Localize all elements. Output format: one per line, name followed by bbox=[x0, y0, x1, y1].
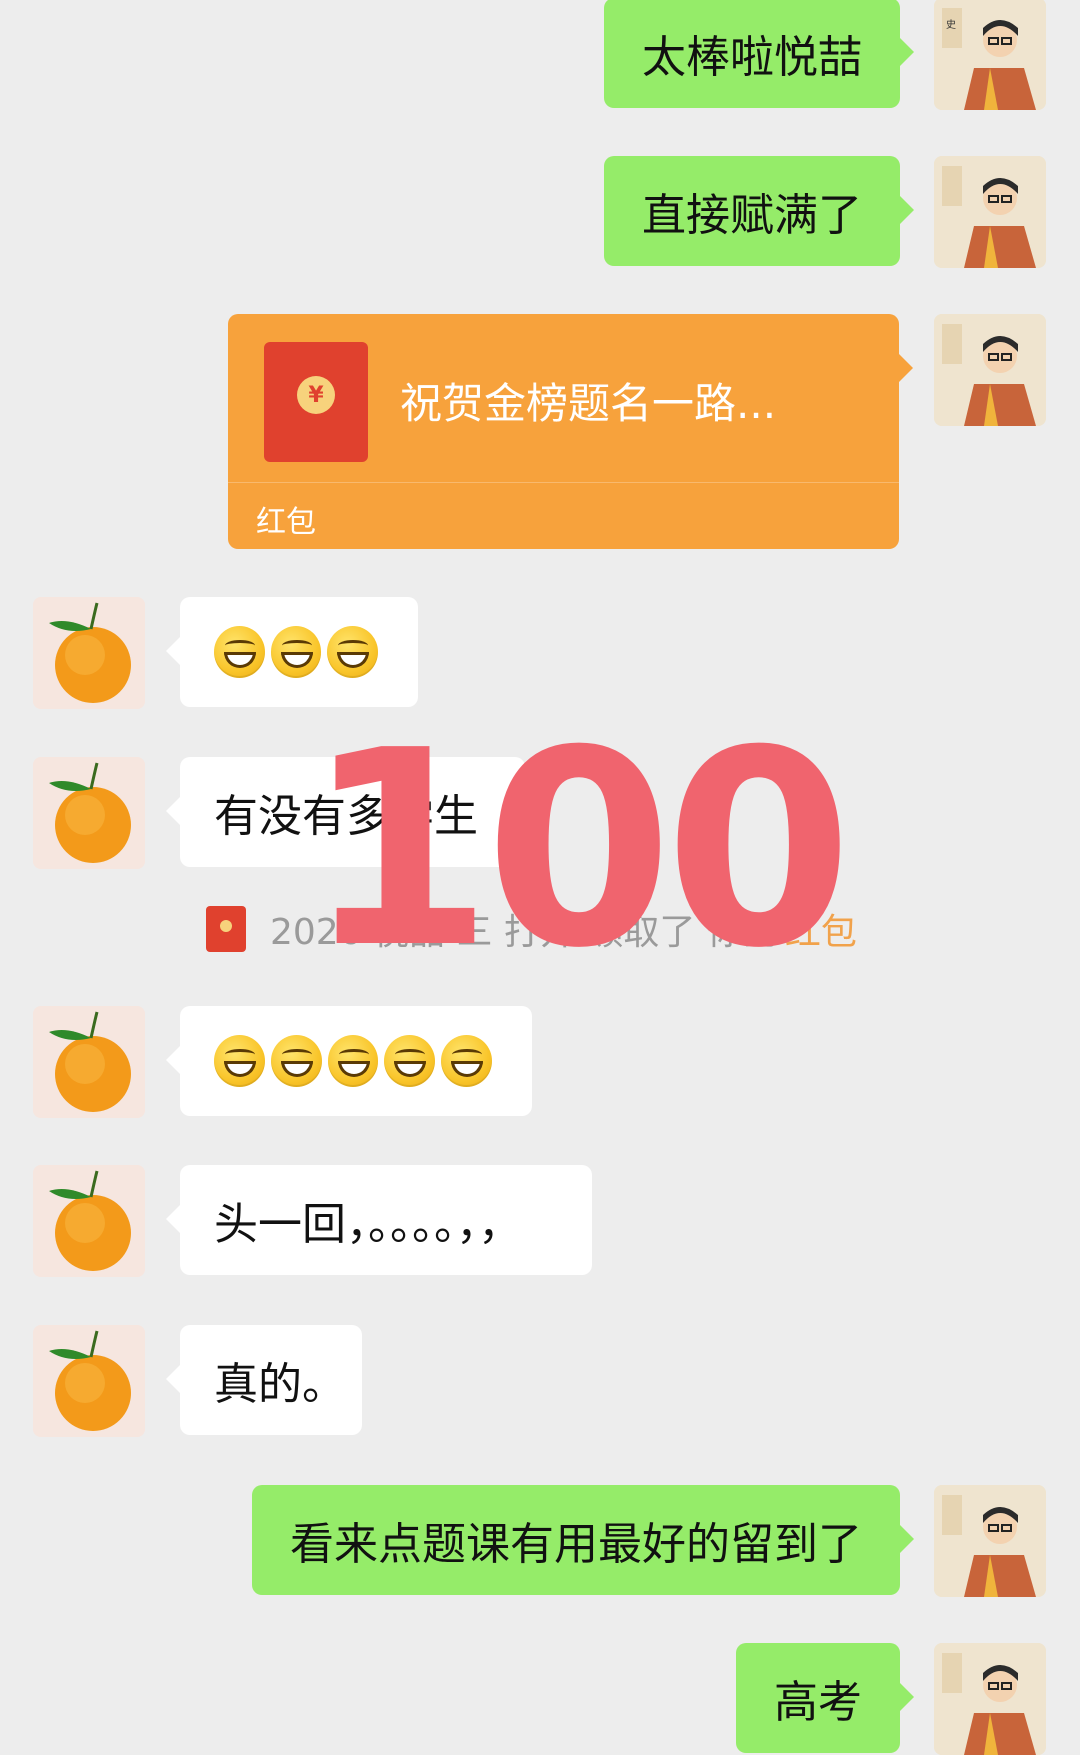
sent-message-bubble[interactable]: 看来点题课有用最好的留到了 bbox=[252, 1485, 914, 1595]
teacher-avatar-icon: 史 bbox=[934, 0, 1046, 110]
message-text: 高考 bbox=[774, 1677, 862, 1728]
red-packet-title: 祝贺金榜题名一路... bbox=[400, 379, 777, 428]
orange-avatar-icon bbox=[33, 1165, 145, 1277]
teacher-avatar-icon bbox=[934, 314, 1046, 426]
sent-message-bubble[interactable]: 太棒啦悦喆 bbox=[604, 0, 914, 108]
grinning-face-emoji-icon bbox=[270, 1035, 322, 1087]
message-text: 直接赋满了 bbox=[642, 190, 862, 241]
received-message-bubble[interactable]: 真的。 bbox=[166, 1325, 362, 1435]
grinning-face-emoji-icon bbox=[214, 1035, 265, 1087]
message-text: 头一回，。。。。，， bbox=[214, 1199, 522, 1250]
received-message-bubble[interactable] bbox=[166, 1006, 532, 1116]
received-message-bubble[interactable] bbox=[166, 597, 418, 707]
red-packet-card[interactable]: ¥ 祝贺金榜题名一路... 红包 bbox=[228, 314, 913, 549]
teacher-avatar-icon bbox=[934, 1643, 1046, 1755]
teacher-avatar[interactable] bbox=[934, 156, 1046, 268]
teacher-avatar[interactable]: 史 bbox=[934, 0, 1046, 110]
red-envelope-icon: ¥ bbox=[264, 342, 368, 462]
orange-avatar-icon bbox=[33, 757, 145, 869]
grinning-face-emoji-icon bbox=[384, 1035, 436, 1087]
message-text: 看来点题课有用最好的留到了 bbox=[290, 1519, 862, 1570]
teacher-avatar[interactable] bbox=[934, 1485, 1046, 1597]
orange-avatar-icon bbox=[33, 1325, 145, 1437]
received-message-bubble[interactable]: 头一回，。。。。，， bbox=[166, 1165, 592, 1275]
sent-message-bubble[interactable]: 直接赋满了 bbox=[604, 156, 914, 266]
red-packet-label: 红包 bbox=[256, 505, 316, 540]
student-avatar[interactable] bbox=[33, 1006, 145, 1118]
red-envelope-icon bbox=[206, 906, 246, 952]
red-packet-divider bbox=[228, 482, 899, 483]
grinning-face-emoji-icon bbox=[327, 1035, 379, 1087]
teacher-avatar[interactable] bbox=[934, 1643, 1046, 1755]
orange-avatar-icon bbox=[33, 597, 145, 709]
score-100-overlay: 100 bbox=[305, 692, 853, 1007]
message-text: 太棒啦悦喆 bbox=[642, 32, 862, 83]
teacher-avatar[interactable] bbox=[934, 314, 1046, 426]
grinning-face-emoji-icon bbox=[214, 626, 265, 678]
student-avatar[interactable] bbox=[33, 1165, 145, 1277]
grinning-face-emoji-icon bbox=[327, 626, 379, 678]
teacher-avatar-icon bbox=[934, 156, 1046, 268]
grinning-face-emoji-icon bbox=[270, 626, 322, 678]
yuan-coin-icon: ¥ bbox=[297, 376, 335, 414]
sent-message-bubble[interactable]: 高考 bbox=[736, 1643, 914, 1753]
student-avatar[interactable] bbox=[33, 597, 145, 709]
teacher-avatar-icon bbox=[934, 1485, 1046, 1597]
student-avatar[interactable] bbox=[33, 757, 145, 869]
orange-avatar-icon bbox=[33, 1006, 145, 1118]
student-avatar[interactable] bbox=[33, 1325, 145, 1437]
grinning-face-emoji-icon bbox=[441, 1035, 492, 1087]
svg-text:史: 史 bbox=[946, 19, 956, 31]
message-text: 真的。 bbox=[214, 1359, 346, 1410]
